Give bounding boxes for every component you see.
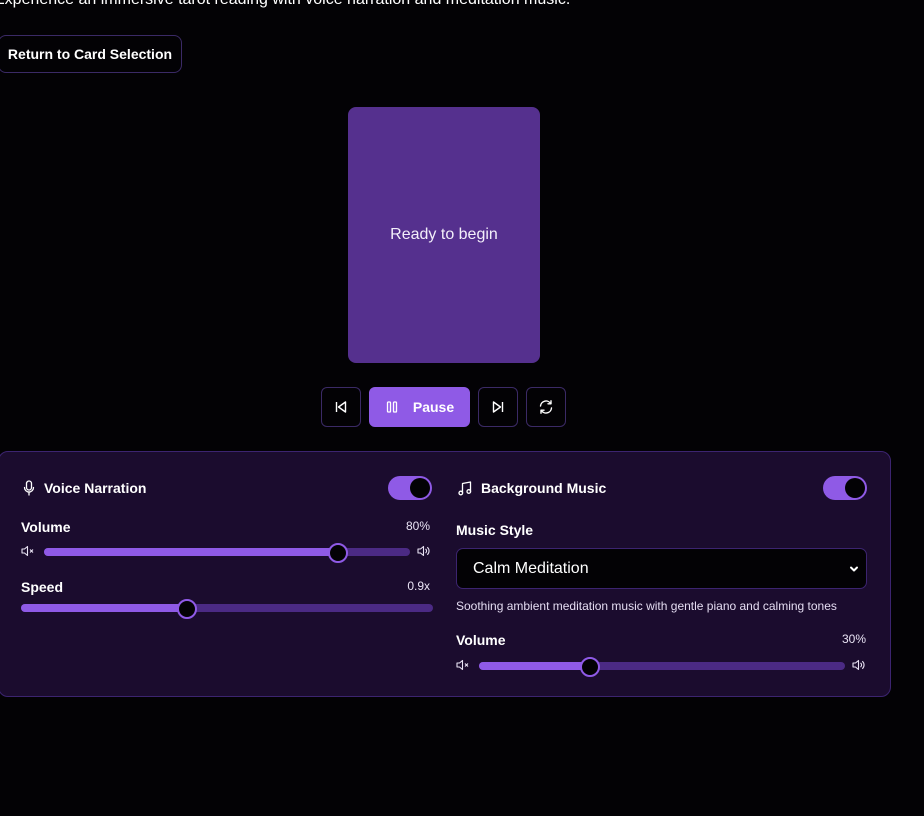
music-style-select[interactable]: Calm Meditation [456,548,867,589]
volume-up-icon[interactable] [852,659,866,671]
skip-back-icon [335,401,347,413]
voice-speed-slider[interactable] [21,599,433,619]
next-button[interactable] [478,387,518,427]
tarot-card: Ready to begin [348,107,540,363]
previous-button[interactable] [321,387,361,427]
pause-icon [386,401,398,413]
voice-volume-value: 80% [405,519,430,533]
voice-volume-slider[interactable] [44,543,410,563]
music-style-label: Music Style [456,522,534,538]
skip-forward-icon [492,401,504,413]
music-note-icon [458,480,472,495]
volume-mute-icon[interactable] [21,545,35,557]
voice-volume-fill [44,548,337,556]
voice-volume-thumb[interactable] [327,543,348,563]
voice-narration-title: Voice Narration [23,480,146,496]
card-status-text: Ready to begin [390,226,498,243]
restart-button[interactable] [526,387,566,427]
intro-text: Experience an immersive tarot reading wi… [0,0,570,9]
microphone-icon [23,480,35,496]
toggle-knob [845,478,865,498]
voice-speed-label: Speed [21,579,64,595]
music-volume-slider[interactable] [479,657,845,677]
music-volume-label: Volume [456,632,506,648]
background-music-title: Background Music [458,480,606,496]
background-music-label: Background Music [481,480,607,496]
pause-label: Pause [412,399,455,415]
voice-narration-label: Voice Narration [44,480,147,496]
pause-button[interactable]: Pause [369,387,470,427]
music-volume-value: 30% [841,632,866,646]
voice-volume-label: Volume [21,519,71,535]
music-style-selected: Calm Meditation [473,559,589,577]
chevron-down-icon [850,566,858,572]
voice-speed-value: 0.9x [407,579,430,593]
background-music-toggle[interactable] [823,476,867,500]
voice-speed-thumb[interactable] [176,599,197,619]
voice-speed-fill [21,604,186,612]
audio-settings-panel: Voice Narration Volume 80% Speed 0.9x Ba… [0,451,891,697]
music-style-description: Soothing ambient meditation music with g… [456,599,837,613]
restart-icon [539,400,553,414]
music-volume-fill [479,662,589,670]
voice-narration-toggle[interactable] [388,476,432,500]
volume-mute-icon[interactable] [456,659,470,671]
volume-up-icon[interactable] [417,545,431,557]
toggle-knob [410,478,430,498]
tarot-reading-page: Experience an immersive tarot reading wi… [0,0,924,816]
return-to-card-selection-button[interactable]: Return to Card Selection [0,35,182,73]
music-volume-thumb[interactable] [579,657,600,677]
